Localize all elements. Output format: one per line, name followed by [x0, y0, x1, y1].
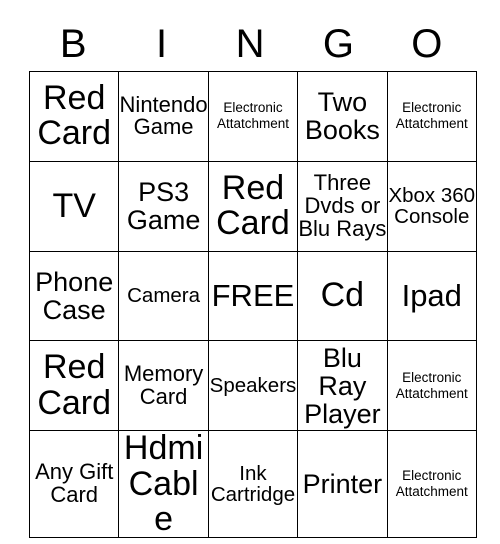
bingo-header-letter-i: I — [156, 22, 168, 66]
bingo-cell-label: Three Dvds or Blu Rays — [298, 169, 387, 241]
bingo-cell-label: Printer — [302, 469, 383, 500]
bingo-cell-label: Speakers — [209, 374, 297, 398]
bingo-row: Phone Case Camera FREE Cd Ipad — [28, 250, 477, 342]
bingo-cell-label: PS3 Game — [126, 177, 201, 236]
bingo-cell-label: Xbox 360 Console — [388, 183, 476, 229]
bingo-cell-label: Cd — [320, 276, 365, 315]
bingo-cell-label: Electronic Attatchment — [216, 100, 289, 132]
bingo-header-row: B I N G O — [29, 18, 471, 70]
bingo-cell-label: Electronic Attatchment — [395, 100, 468, 132]
bingo-cell-label: Any Gift Card — [35, 459, 114, 508]
bingo-row: Red Card Memory Card Speakers Blu Ray Pl… — [28, 340, 477, 432]
bingo-cell-label: Memory Card — [123, 360, 204, 409]
bingo-cell-label: Camera — [127, 284, 201, 308]
bingo-cell-label: Electronic Attatchment — [395, 468, 468, 500]
bingo-cell-label: Electronic Attatchment — [395, 369, 468, 401]
bingo-card: B I N G O Red Card Nintendo Game Electro… — [0, 0, 500, 544]
bingo-cell-label: TV — [52, 186, 96, 225]
bingo-cell[interactable]: Two Books — [297, 71, 388, 162]
bingo-header-letter-g: G — [322, 22, 354, 66]
bingo-cell[interactable]: Red Card — [207, 160, 299, 252]
bingo-cell-label: Red Card — [37, 79, 112, 153]
bingo-cell-label: Ipad — [401, 277, 462, 313]
bingo-cell-label: Red Card — [37, 348, 112, 422]
bingo-cell-label: Phone Case — [35, 266, 114, 325]
bingo-cell-label: Nintendo Game — [119, 91, 208, 140]
bingo-cell-free[interactable]: FREE — [207, 250, 299, 342]
bingo-cell-label: Two Books — [304, 87, 380, 146]
bingo-cell[interactable]: Any Gift Card — [28, 430, 120, 539]
bingo-cell-label: Hdmi Cable — [123, 430, 204, 538]
bingo-cell[interactable]: Printer — [297, 430, 388, 539]
bingo-cell[interactable]: Phone Case — [28, 250, 120, 342]
bingo-cell[interactable]: Red Card — [28, 71, 120, 162]
bingo-cell-label: Red Card — [216, 168, 290, 243]
bingo-cell[interactable]: Hdmi Cable — [118, 430, 209, 539]
bingo-cell[interactable]: Xbox 360 Console — [386, 160, 477, 252]
bingo-cell[interactable]: TV — [28, 160, 120, 252]
bingo-cell[interactable]: Electronic Attatchment — [386, 340, 477, 432]
bingo-cell[interactable]: Ipad — [386, 250, 477, 342]
bingo-row: Red Card Nintendo Game Electronic Attatc… — [28, 71, 477, 162]
bingo-cell-label: Blu Ray Player — [304, 342, 381, 429]
bingo-cell[interactable]: Camera — [118, 250, 209, 342]
bingo-cell-label-free: FREE — [211, 277, 295, 313]
bingo-cell[interactable]: Memory Card — [118, 340, 209, 432]
bingo-row: Any Gift Card Hdmi Cable Ink Cartridge P… — [28, 430, 477, 539]
bingo-cell[interactable]: Blu Ray Player — [297, 340, 388, 432]
bingo-header-letter-o: O — [411, 22, 443, 66]
bingo-cell[interactable]: PS3 Game — [118, 160, 209, 252]
bingo-cell[interactable]: Electronic Attatchment — [386, 430, 477, 539]
bingo-grid: Red Card Nintendo Game Electronic Attatc… — [28, 71, 477, 539]
bingo-cell[interactable]: Electronic Attatchment — [386, 71, 477, 162]
bingo-cell[interactable]: Nintendo Game — [118, 71, 209, 162]
bingo-row: TV PS3 Game Red Card Three Dvds or Blu R… — [28, 160, 477, 252]
bingo-header-letter-b: B — [59, 22, 87, 66]
bingo-cell[interactable]: Ink Cartridge — [207, 430, 299, 539]
bingo-cell[interactable]: Speakers — [207, 340, 299, 432]
bingo-header-letter-n: N — [235, 22, 265, 66]
bingo-cell[interactable]: Three Dvds or Blu Rays — [297, 160, 388, 252]
bingo-cell[interactable]: Red Card — [28, 340, 120, 432]
bingo-cell-label: Ink Cartridge — [210, 461, 296, 507]
bingo-cell[interactable]: Electronic Attatchment — [207, 71, 299, 162]
bingo-cell[interactable]: Cd — [297, 250, 388, 342]
